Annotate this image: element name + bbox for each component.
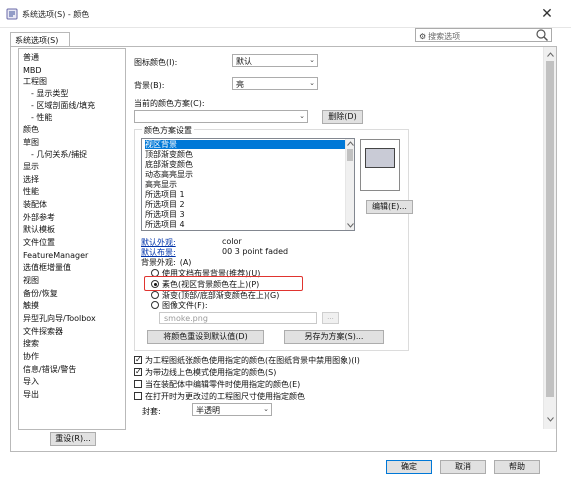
nav-item-hole-wizard-toolbox[interactable]: 异型孔向导/Toolbox [23, 314, 96, 324]
checkbox-edit-part-color[interactable] [134, 380, 142, 388]
checkbox-shaded-edges-color-label[interactable]: 为带边线上色模式使用指定的颜色(S) [145, 367, 276, 378]
cancel-button[interactable]: 取消 [440, 460, 486, 474]
nav-item-display[interactable]: 显示 [23, 162, 39, 172]
nav-item-touch[interactable]: 触摸 [23, 301, 39, 311]
search-input[interactable]: ⚙ 搜索选项 [415, 28, 552, 42]
nav-item-file-explorer[interactable]: 文件探索器 [23, 327, 63, 337]
help-button[interactable]: 帮助 [494, 460, 540, 474]
image-file-input[interactable]: smoke.png [159, 312, 317, 324]
checkbox-shaded-edges-color[interactable] [134, 368, 142, 376]
list-item[interactable]: 高亮显示 [145, 180, 345, 189]
options-scrollbar[interactable] [543, 47, 556, 429]
nav-item-drawings[interactable]: 工程图 [23, 77, 47, 87]
nav-item-selection[interactable]: 选择 [23, 175, 39, 185]
background-appearance-label: 背景外观: (A) [141, 257, 191, 268]
search-placeholder: 搜索选项 [428, 32, 461, 41]
ok-button[interactable]: 确定 [386, 460, 432, 474]
color-scheme-list[interactable]: 视区背景 顶部渐变颜色 底部渐变颜色 动态高亮显示 高亮显示 所选项目 1 所选… [141, 138, 355, 231]
list-item[interactable]: 动态高亮显示 [145, 170, 345, 179]
nav-item-featuremanager[interactable]: FeatureManager [23, 251, 88, 261]
list-item[interactable]: 底部渐变颜色 [145, 160, 345, 169]
nav-item-area-hatch[interactable]: - 区域剖面线/填充 [31, 101, 95, 111]
envelope-label: 封套: [142, 407, 161, 416]
category-tree: 普通 MBD 工程图 - 显示类型 - 区域剖面线/填充 - 性能 颜色 草图 … [18, 48, 126, 430]
nav-item-export[interactable]: 导出 [23, 390, 39, 400]
scroll-up-icon[interactable] [547, 52, 554, 57]
nav-item-assemblies[interactable]: 装配体 [23, 200, 47, 210]
envelope-select[interactable]: 半透明 ⌄ [192, 403, 272, 416]
nav-item-performance[interactable]: 性能 [23, 187, 39, 197]
gear-icon: ⚙ [419, 32, 427, 41]
search-icon[interactable] [535, 28, 549, 42]
nav-item-default-templates[interactable]: 默认模板 [23, 225, 55, 235]
chevron-down-icon: ⌄ [263, 405, 269, 413]
nav-item-display-style[interactable]: - 显示类型 [31, 89, 68, 99]
checkbox-edit-part-color-label[interactable]: 当在装配体中编辑零件时使用指定的颜色(E) [145, 379, 300, 390]
nav-item-file-locations[interactable]: 文件位置 [23, 238, 55, 248]
background-appearance-hint: (A) [179, 258, 192, 267]
list-item[interactable]: 所选项目 1 [145, 190, 345, 199]
reset-button[interactable]: 重设(R)... [50, 432, 96, 446]
nav-item-mbd[interactable]: MBD [23, 66, 42, 76]
current-scheme-select[interactable]: ⌄ [134, 110, 308, 123]
edit-color-button[interactable]: 编辑(E)... [366, 200, 413, 214]
tab-system-options[interactable]: 系统选项(S) [10, 32, 70, 46]
nav-item-relations-snaps[interactable]: - 几何关系/捕捉 [31, 150, 87, 160]
nav-item-view[interactable]: 视图 [23, 276, 39, 286]
nav-item-sketch[interactable]: 草图 [23, 138, 39, 148]
radio-gradient[interactable] [151, 291, 159, 299]
background-appearance-text: 背景外观: [141, 258, 176, 267]
nav-item-collaboration[interactable]: 协作 [23, 352, 39, 362]
nav-item-general[interactable]: 普通 [23, 53, 39, 63]
nav-item-backup-recover[interactable]: 备份/恢复 [23, 289, 58, 299]
background-select[interactable]: 亮 ⌄ [232, 77, 318, 90]
chevron-down-icon: ⌄ [309, 56, 315, 64]
solidworks-app-icon [6, 8, 18, 20]
background-label: 背景(B): [134, 81, 165, 90]
current-scheme-label: 当前的颜色方案(C): [134, 99, 205, 108]
reset-colors-button[interactable]: 将颜色重设到默认值(D) [147, 330, 264, 344]
color-swatch [365, 148, 395, 168]
nav-item-drawing-performance[interactable]: - 性能 [31, 113, 52, 123]
save-scheme-button[interactable]: 另存为方案(S)... [284, 330, 384, 344]
scroll-down-icon[interactable] [547, 417, 554, 422]
icon-color-label: 图标颜色(I): [134, 58, 178, 67]
scroll-up-icon[interactable] [347, 141, 354, 146]
chevron-down-icon: ⌄ [299, 112, 305, 120]
scroll-thumb[interactable] [546, 61, 554, 397]
icon-color-select[interactable]: 默认 ⌄ [232, 54, 318, 67]
checkbox-changed-dimensions-color[interactable] [134, 392, 142, 400]
nav-item-spin-box-increments[interactable]: 选值框增量值 [23, 263, 71, 273]
list-item[interactable]: 所选项目 2 [145, 200, 345, 209]
list-item[interactable]: 所选项目 3 [145, 210, 345, 219]
checkbox-drawing-paper-color[interactable] [134, 356, 142, 364]
default-appearance-value: color [222, 237, 242, 246]
checkbox-changed-dimensions-color-label[interactable]: 在打开时为更改过的工程图尺寸使用指定颜色 [145, 391, 305, 402]
close-icon[interactable]: ✕ [536, 4, 558, 24]
browse-image-button[interactable]: ... [322, 312, 339, 324]
background-value: 亮 [236, 80, 244, 89]
checkbox-drawing-paper-color-label[interactable]: 为工程图纸张颜色使用指定的颜色(在图纸背景中禁用图象)(I) [145, 355, 360, 366]
radio-image-file-label[interactable]: 图像文件(F): [162, 300, 208, 311]
radio-image-file[interactable] [151, 301, 159, 309]
nav-item-colors[interactable]: 颜色 [23, 125, 39, 135]
scroll-down-icon[interactable] [347, 223, 354, 228]
color-scheme-group-title: 颜色方案设置 [142, 125, 194, 136]
delete-scheme-button[interactable]: 删除(D) [322, 110, 363, 124]
nav-item-external-references[interactable]: 外部参考 [23, 213, 55, 223]
list-scrollbar[interactable] [345, 139, 354, 230]
envelope-value: 半透明 [196, 406, 220, 415]
nav-item-import[interactable]: 导入 [23, 377, 39, 387]
icon-color-value: 默认 [236, 57, 252, 66]
nav-item-messages-errors-warnings[interactable]: 信息/错误/警告 [23, 365, 76, 375]
list-item[interactable]: 顶部渐变颜色 [145, 150, 345, 159]
nav-item-search[interactable]: 搜索 [23, 339, 39, 349]
highlight-annotation [144, 276, 303, 291]
default-scene-value: 00 3 point faded [222, 247, 289, 256]
list-item[interactable]: 所选项目 4 [145, 220, 345, 229]
scroll-thumb[interactable] [347, 149, 353, 161]
chevron-down-icon: ⌄ [309, 79, 315, 87]
list-item[interactable]: 视区背景 [145, 140, 345, 149]
window-title: 系统选项(S) - 颜色 [22, 10, 90, 19]
